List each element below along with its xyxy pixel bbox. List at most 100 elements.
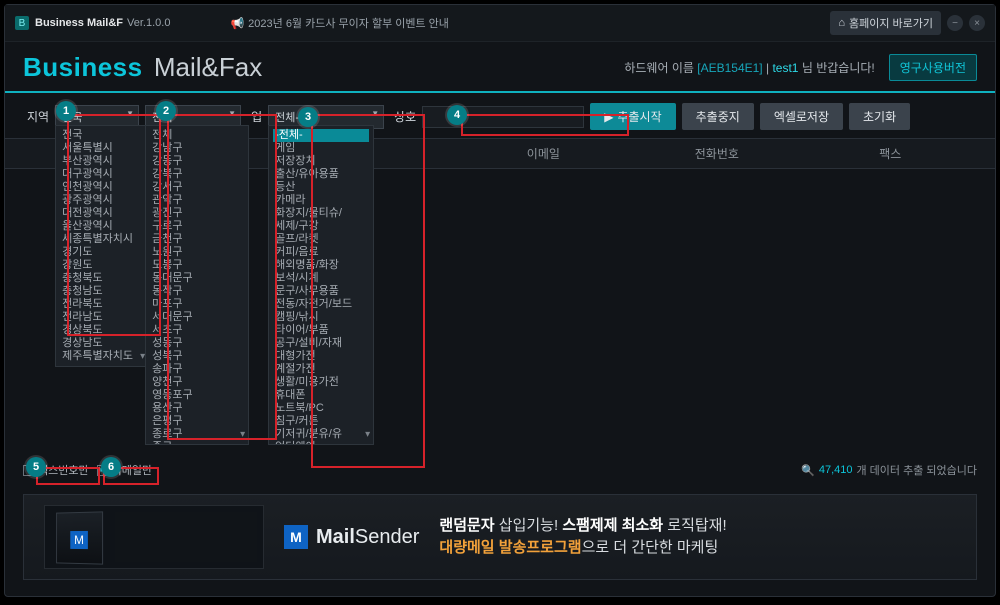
category-dropdown[interactable]: -전체-게임저장장치출산/유아용품등산카메라화장지/물티슈/세제/구강골프/라켓… xyxy=(268,125,374,445)
mailsender-text: MailSender xyxy=(316,526,419,549)
excel-save-button[interactable]: 엑셀로저장 xyxy=(760,103,843,130)
dropdown-item[interactable]: 세제/구강 xyxy=(273,220,369,233)
product-box-icon: M xyxy=(56,511,103,564)
dropdown-item[interactable]: 서초구 xyxy=(150,324,244,337)
dropdown-item[interactable]: 경상남도 xyxy=(60,337,144,350)
dropdown-item[interactable]: 강북구 xyxy=(150,168,244,181)
dropdown-item[interactable]: 경기도 xyxy=(60,246,144,259)
dropdown-item[interactable]: 보석/시계 xyxy=(273,272,369,285)
announcement-text: 2023년 6월 카드사 무이자 할부 이벤트 안내 xyxy=(248,15,449,31)
store-label: 상호 xyxy=(394,108,416,125)
dropdown-item[interactable]: 광주광역시 xyxy=(60,194,144,207)
dropdown-item[interactable]: 중구 xyxy=(150,441,244,445)
dropdown-item[interactable]: 세종특별자치시 xyxy=(60,233,144,246)
dropdown-item[interactable]: 충청북도 xyxy=(60,272,144,285)
dropdown-item[interactable]: 언더웨어 xyxy=(273,441,369,445)
dropdown-item[interactable]: 서대문구 xyxy=(150,311,244,324)
header: Business Mail&Fax 하드웨어 이름 [AEB154E1] | t… xyxy=(5,42,995,93)
dropdown-item[interactable]: 양천구 xyxy=(150,376,244,389)
dropdown-item[interactable]: 계절가전 xyxy=(273,363,369,376)
region-dropdown[interactable]: 전국서울특별시부산광역시대구광역시인천광역시광주광역시대전광역시울산광역시세종특… xyxy=(55,125,149,367)
district-dropdown[interactable]: 전체강남구강동구강북구강서구관악구광진구구로구금천구노원구도봉구동대문구동작구마… xyxy=(145,125,249,445)
banner-l1d: 로직탑재! xyxy=(667,517,726,534)
dropdown-item[interactable]: 강서구 xyxy=(150,181,244,194)
app-window: B Business Mail&F Ver.1.0.0 📢 2023년 6월 카… xyxy=(4,4,996,597)
col-phone: 전화번호 xyxy=(630,145,803,162)
dropdown-item[interactable]: 마포구 xyxy=(150,298,244,311)
search-icon: 🔍 xyxy=(801,464,815,477)
dropdown-item[interactable]: 저장장치 xyxy=(273,155,369,168)
dropdown-item[interactable]: 타이어/부품 xyxy=(273,324,369,337)
banner-l1c: 스팸제제 최소화 xyxy=(562,517,663,534)
category-combo[interactable]: 전체- -전체-게임저장장치출산/유아용품등산카메라화장지/물티슈/세제/구강골… xyxy=(268,105,384,129)
banner-ad[interactable]: M M MailSender 랜덤문자 삽입기능! 스팸제제 최소화 로직탑재!… xyxy=(23,494,977,580)
reset-button[interactable]: 초기화 xyxy=(849,103,910,130)
dropdown-item[interactable]: 커피/음료 xyxy=(273,246,369,259)
dropdown-item[interactable]: -전체- xyxy=(273,129,369,142)
banner-l2a: 대량메일 발송프로그램 xyxy=(439,539,581,556)
dropdown-item[interactable]: 대구광역시 xyxy=(60,168,144,181)
dropdown-item[interactable]: 휴대폰 xyxy=(273,389,369,402)
dropdown-item[interactable]: 기저귀/분유/유 xyxy=(273,428,369,441)
dropdown-item[interactable]: 인천광역시 xyxy=(60,181,144,194)
dropdown-item[interactable]: 대전광역시 xyxy=(60,207,144,220)
dropdown-item[interactable]: 부산광역시 xyxy=(60,155,144,168)
dropdown-item[interactable]: 경상북도 xyxy=(60,324,144,337)
dropdown-item[interactable]: 광진구 xyxy=(150,207,244,220)
callout-5: 5 xyxy=(26,457,46,477)
dropdown-item[interactable]: 전국 xyxy=(60,129,144,142)
dropdown-item[interactable]: 화장지/물티슈/ xyxy=(273,207,369,220)
screenshot-icon xyxy=(115,512,257,562)
dropdown-item[interactable]: 노원구 xyxy=(150,246,244,259)
dropdown-item[interactable]: 생활/미용가전 xyxy=(273,376,369,389)
banner-l2b: 으로 더 간단한 마케팅 xyxy=(582,539,719,556)
dropdown-item[interactable]: 충청남도 xyxy=(60,285,144,298)
dropdown-item[interactable]: 관악구 xyxy=(150,194,244,207)
dropdown-item[interactable]: 전동/자전거/보드 xyxy=(273,298,369,311)
dropdown-item[interactable]: 골프/라켓 xyxy=(273,233,369,246)
dropdown-item[interactable]: 문구/사무용품 xyxy=(273,285,369,298)
minimize-button[interactable]: − xyxy=(947,15,963,31)
dropdown-item[interactable]: 금천구 xyxy=(150,233,244,246)
homepage-label: 홈페이지 바로가기 xyxy=(849,15,933,31)
dropdown-item[interactable]: 공구/설비/자재 xyxy=(273,337,369,350)
dropdown-item[interactable]: 용산구 xyxy=(150,402,244,415)
homepage-button[interactable]: ⌂ 홈페이지 바로가기 xyxy=(830,11,941,35)
dropdown-item[interactable]: 서울특별시 xyxy=(60,142,144,155)
dropdown-item[interactable]: 전체 xyxy=(150,129,244,142)
license-button[interactable]: 영구사용버전 xyxy=(889,54,977,81)
close-button[interactable]: × xyxy=(969,15,985,31)
hw-label: 하드웨어 이름 xyxy=(624,61,694,75)
dropdown-item[interactable]: 해외명품/화장 xyxy=(273,259,369,272)
dropdown-item[interactable]: 동대문구 xyxy=(150,272,244,285)
app-icon: B xyxy=(15,16,29,30)
dropdown-item[interactable]: 강동구 xyxy=(150,155,244,168)
dropdown-item[interactable]: 은평구 xyxy=(150,415,244,428)
dropdown-item[interactable]: 구로구 xyxy=(150,220,244,233)
dropdown-item[interactable]: 카메라 xyxy=(273,194,369,207)
dropdown-item[interactable]: 동작구 xyxy=(150,285,244,298)
dropdown-item[interactable]: 게임 xyxy=(273,142,369,155)
dropdown-item[interactable]: 출산/유아용품 xyxy=(273,168,369,181)
dropdown-item[interactable]: 도봉구 xyxy=(150,259,244,272)
dropdown-item[interactable]: 성북구 xyxy=(150,350,244,363)
dropdown-item[interactable]: 침구/커튼 xyxy=(273,415,369,428)
dropdown-item[interactable]: 전라남도 xyxy=(60,311,144,324)
dropdown-item[interactable]: 성동구 xyxy=(150,337,244,350)
dropdown-item[interactable]: 제주특별자치도 xyxy=(60,350,144,363)
filter-bar: 지역 전국 전국서울특별시부산광역시대구광역시인천광역시광주광역시대전광역시울산… xyxy=(5,93,995,138)
extract-start-button[interactable]: ▶ 추출시작 xyxy=(590,103,675,130)
dropdown-item[interactable]: 캠핑/낚시 xyxy=(273,311,369,324)
dropdown-item[interactable]: 등산 xyxy=(273,181,369,194)
dropdown-item[interactable]: 노트북/PC xyxy=(273,402,369,415)
dropdown-item[interactable]: 강남구 xyxy=(150,142,244,155)
dropdown-item[interactable]: 울산광역시 xyxy=(60,220,144,233)
dropdown-item[interactable]: 대형가전 xyxy=(273,350,369,363)
announcement: 📢 2023년 6월 카드사 무이자 할부 이벤트 안내 xyxy=(230,15,448,31)
dropdown-item[interactable]: 영등포구 xyxy=(150,389,244,402)
dropdown-item[interactable]: 송파구 xyxy=(150,363,244,376)
dropdown-item[interactable]: 강원도 xyxy=(60,259,144,272)
dropdown-item[interactable]: 전라북도 xyxy=(60,298,144,311)
dropdown-item[interactable]: 종로구 xyxy=(150,428,244,441)
extract-stop-button[interactable]: 추출중지 xyxy=(682,103,754,130)
